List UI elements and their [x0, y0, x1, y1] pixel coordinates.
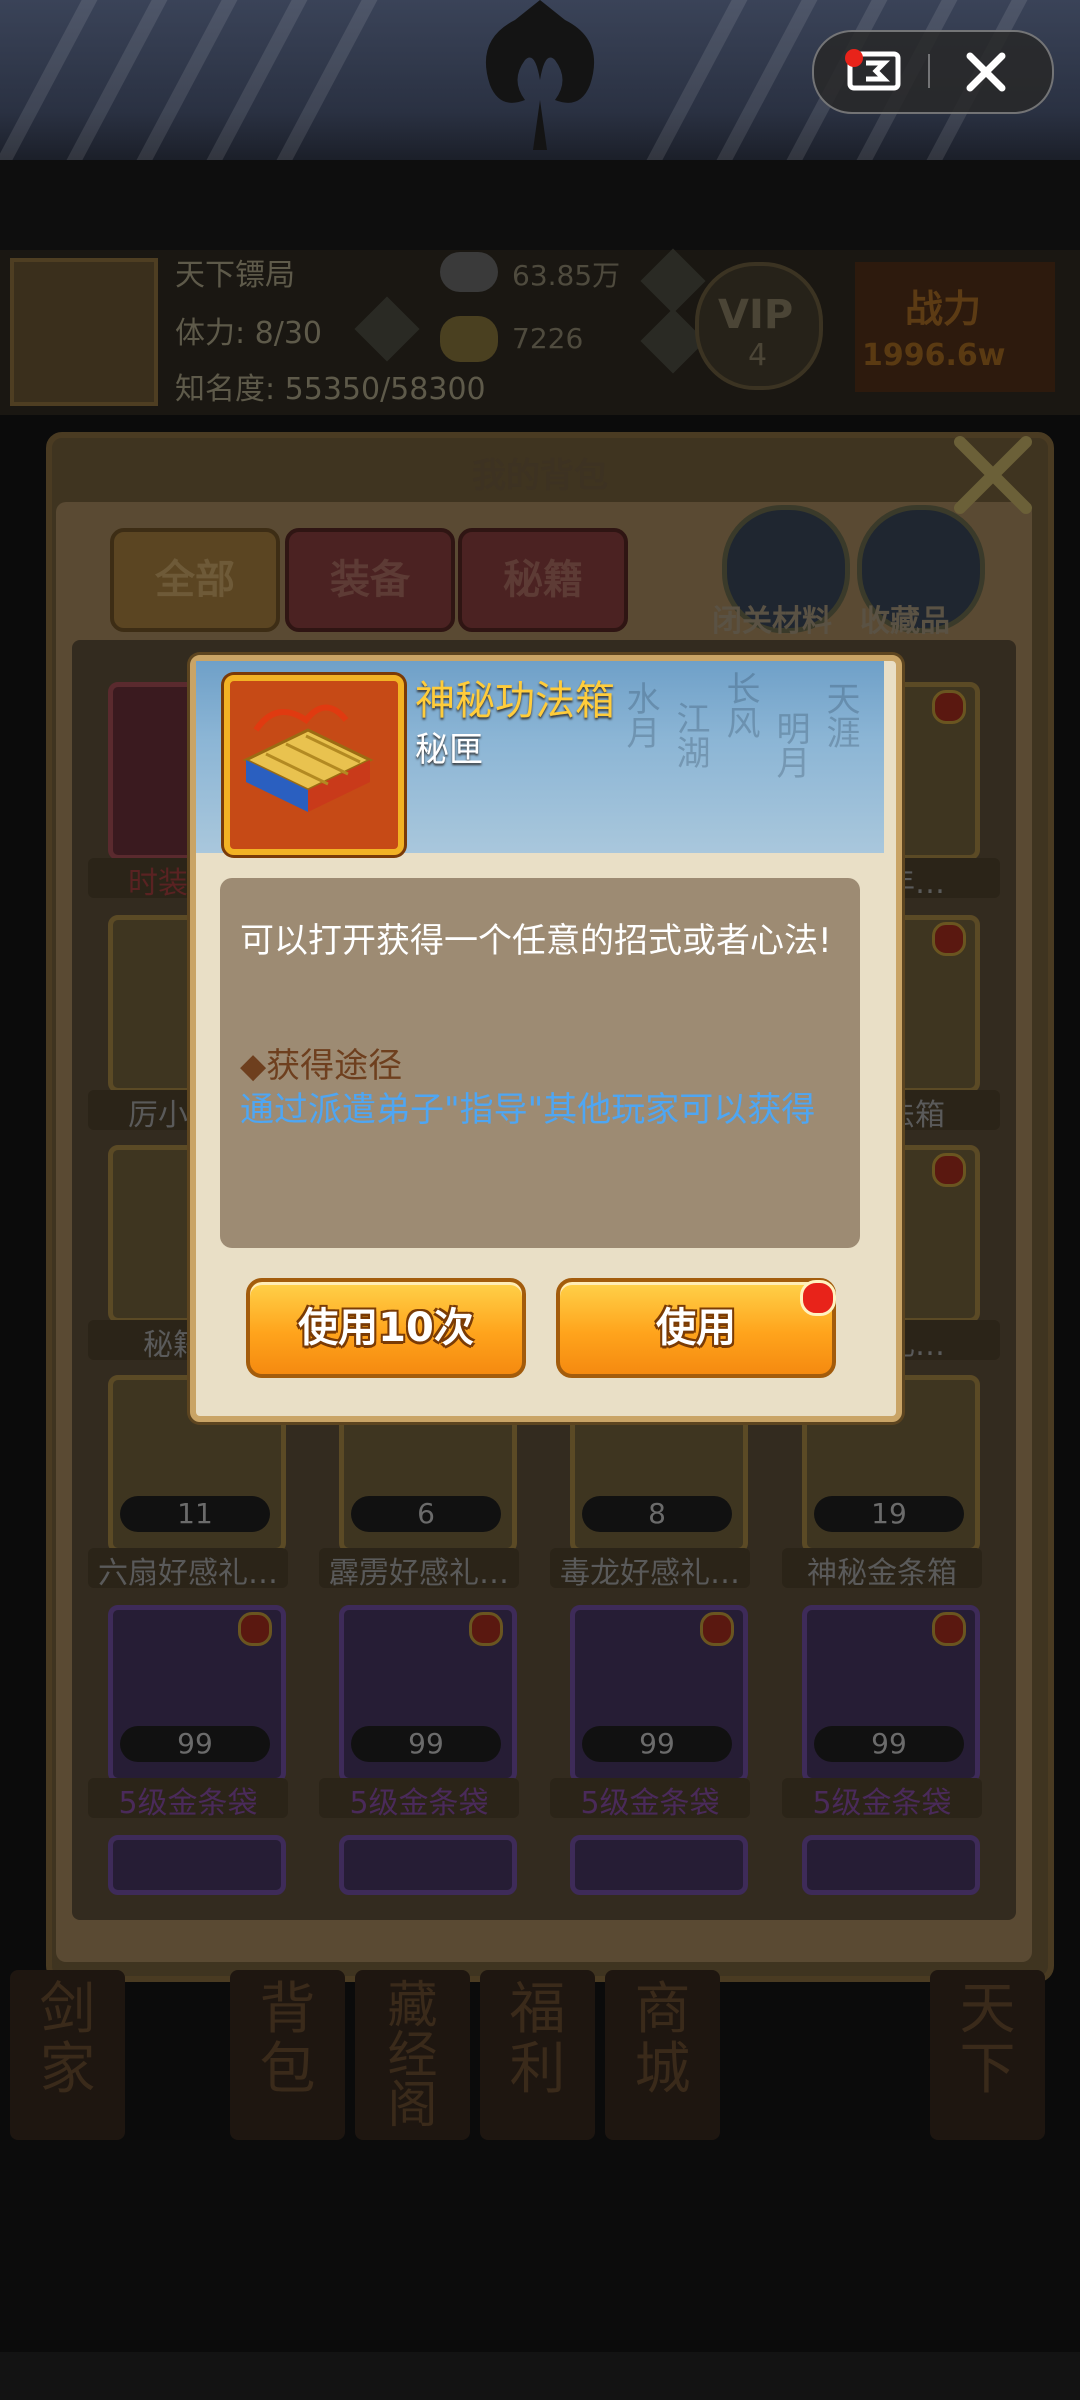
item-type: 秘匣 — [415, 730, 483, 770]
nav-shop[interactable]: 商 城 — [605, 1970, 720, 2140]
item-name: 六扇好感礼… — [88, 1548, 288, 1588]
bag-title: 我的背包 — [472, 456, 608, 496]
fame-label: 知名度: 55350/58300 — [175, 372, 486, 407]
use-10-times-button[interactable]: 使用10次 — [246, 1278, 526, 1378]
item-name: 5级金条袋 — [319, 1778, 519, 1818]
mini-program-menu-icon[interactable] — [840, 48, 908, 94]
silver-icon — [440, 252, 498, 292]
source-title: ◆获得途径 — [240, 1046, 403, 1086]
item-count: 99 — [814, 1726, 964, 1762]
tab-all[interactable]: 全部 — [110, 528, 280, 632]
capsule-divider — [928, 54, 930, 88]
item-description: 可以打开获得一个任意的招式或者心法! — [240, 921, 832, 961]
bottom-edge — [0, 2352, 1080, 2400]
power-label: 战力 — [905, 287, 982, 331]
item-count: 99 — [582, 1726, 732, 1762]
item-name: 5级金条袋 — [550, 1778, 750, 1818]
item-count: 11 — [120, 1496, 270, 1532]
item-slot[interactable] — [802, 1835, 980, 1895]
item-count: 8 — [582, 1496, 732, 1532]
nav-scripture-pavilion[interactable]: 藏 经 阁 — [355, 1970, 470, 2140]
item-slot[interactable] — [570, 1835, 748, 1895]
vip-level: 4 — [748, 338, 768, 373]
new-item-dot — [932, 922, 966, 956]
mystery-manual-box-icon — [242, 704, 374, 812]
item-name: 神秘金条箱 — [782, 1548, 982, 1588]
gold-amount: 7226 — [512, 322, 584, 355]
new-item-dot — [932, 1612, 966, 1646]
bag-close-icon[interactable] — [948, 430, 1038, 520]
silver-amount: 63.85万 — [512, 259, 621, 292]
new-item-dot — [238, 1612, 272, 1646]
close-icon[interactable] — [962, 50, 1010, 94]
item-count: 99 — [120, 1726, 270, 1762]
source-text: 通过派遣弟子"指导"其他玩家可以获得 — [240, 1090, 816, 1130]
item-count: 99 — [351, 1726, 501, 1762]
lower-background — [0, 2140, 1080, 2340]
guild-name: 天下镖局 — [175, 258, 295, 293]
top-band — [0, 160, 1080, 250]
guild-avatar[interactable] — [10, 258, 158, 406]
closed-door-materials-label: 闭关材料 — [712, 604, 832, 639]
new-item-dot — [469, 1612, 503, 1646]
tab-equipment[interactable]: 装备 — [285, 528, 455, 632]
item-name: 霹雳好感礼… — [319, 1548, 519, 1588]
new-item-dot — [700, 1612, 734, 1646]
nav-welfare[interactable]: 福 利 — [480, 1970, 595, 2140]
nav-bag[interactable]: 背 包 — [230, 1970, 345, 2140]
item-name: 毒龙好感礼… — [550, 1548, 750, 1588]
bottom-nav: 剑 家 背 包 藏 经 阁 福 利 商 城 天 下 — [10, 1970, 1070, 2140]
item-count: 6 — [351, 1496, 501, 1532]
new-item-dot — [932, 690, 966, 724]
nav-world[interactable]: 天 下 — [930, 1970, 1045, 2140]
new-item-dot — [932, 1153, 966, 1187]
roof-ornament-icon — [485, 0, 595, 150]
item-title: 神秘功法箱 — [415, 678, 615, 724]
nav-sword-house[interactable]: 剑 家 — [10, 1970, 125, 2140]
item-slot[interactable] — [339, 1835, 517, 1895]
use-notification-dot — [800, 1280, 836, 1316]
item-name: 5级金条袋 — [88, 1778, 288, 1818]
stamina-label: 体力: 8/30 — [175, 316, 323, 351]
item-count: 19 — [814, 1496, 964, 1532]
use-button[interactable]: 使用 — [556, 1278, 836, 1378]
gold-icon — [440, 316, 498, 362]
power-value: 1996.6w — [862, 338, 1006, 373]
item-name: 5级金条袋 — [782, 1778, 982, 1818]
collectibles-label: 收藏品 — [860, 604, 950, 639]
tab-secret-manuals[interactable]: 秘籍 — [458, 528, 628, 632]
vip-label: VIP — [718, 292, 794, 338]
item-slot[interactable] — [108, 1835, 286, 1895]
